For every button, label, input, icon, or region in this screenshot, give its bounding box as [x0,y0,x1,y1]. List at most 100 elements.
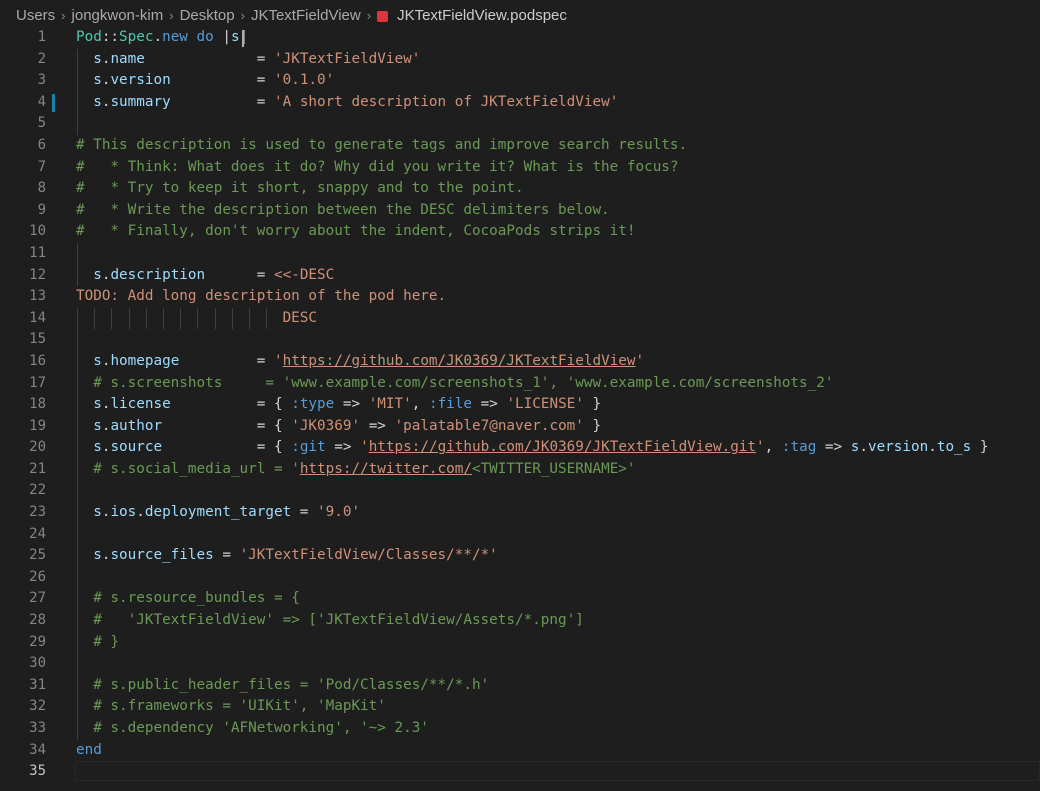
line-number: 28 [29,612,46,629]
code-line[interactable]: 33 # s.dependency 'AFNetworking', '~> 2.… [0,718,1040,740]
code-token: s [93,504,102,521]
code-token: 'MIT' [368,396,412,413]
line-number: 2 [37,50,46,67]
line-number: 7 [37,158,46,175]
code-token: => [334,396,369,413]
code-line[interactable]: 28 # 'JKTextFieldView' => ['JKTextFieldV… [0,610,1040,632]
code-line[interactable]: 26 [0,566,1040,589]
code-line[interactable]: 9 # * Write the description between the D… [0,200,1040,222]
code-token: . [859,439,868,456]
line-number: 3 [37,72,46,89]
code-token: version [867,439,929,456]
code-text: # s.frameworks = 'UIKit', 'MapKit' [76,696,386,718]
code-token: homepage [110,352,180,369]
code-line[interactable]: 20 s. source = { :git => 'https://github.… [0,437,1040,459]
code-editor[interactable]: 1Pod::Spec.new do |s|2 s.name = 'JKTextF… [0,27,1040,791]
code-token: s [93,396,102,413]
code-token: DESC [76,309,318,326]
line-number: 26 [29,568,46,585]
code-token: Pod [76,29,102,45]
code-line[interactable]: 4 s.summary = 'A short description of JK… [0,91,1040,114]
line-number: 14 [29,309,46,326]
code-line[interactable]: 23 s.ios.deployment_target = '9.0' [0,502,1040,524]
code-line[interactable]: 5 [0,113,1040,135]
code-line[interactable]: 15 [0,329,1040,351]
code-text: end [76,740,102,762]
code-token: 'palatable7@naver.com' [394,417,584,434]
breadcrumb-item-project-folder[interactable]: JKTextFieldView [251,7,361,24]
code-line[interactable]: 17 # s.screenshots = 'www.example.com/sc… [0,372,1040,395]
code-token: = [170,72,274,89]
code-token: s [93,417,102,434]
line-number: 10 [29,223,46,240]
code-line[interactable]: 8 # * Try to keep it short, snappy and to… [0,178,1040,200]
code-line[interactable]: 32 # s.frameworks = 'UIKit', 'MapKit' [0,696,1040,718]
code-token: # * Try to keep it short, snappy and to … [76,180,524,197]
text-cursor [242,30,244,47]
line-number: 30 [29,655,46,672]
code-token: . [136,504,145,521]
code-token: = { [162,439,292,456]
code-line[interactable]: 18 s.license = { :type => 'MIT', :file =… [0,394,1040,416]
code-token: = [179,352,274,369]
code-token: => [472,396,507,413]
indent-guide [77,653,78,675]
code-line[interactable]: 27 # s.resource_bundles = { [0,588,1040,611]
chevron-right-icon: › [61,7,66,23]
code-line[interactable]: 13 TODO: Add long description of the pod … [0,286,1040,308]
code-line[interactable]: 3 s.version = '0.1.0' [0,70,1040,92]
code-token: ' [756,439,765,456]
code-line[interactable]: 16 s.homepage = 'https://github.com/JK03… [0,350,1040,373]
ruby-file-icon [377,10,389,22]
code-line[interactable]: 29 # } [0,631,1040,654]
code-token: s [93,72,102,89]
breadcrumb-item-user-folder[interactable]: jongkwon-kim [72,7,164,24]
code-token: # * Finally, don't worry about the inden… [76,223,636,240]
code-text: # } [76,632,119,654]
code-line[interactable]: 10 # * Finally, don't worry about the ind… [0,221,1040,243]
line-number: 6 [37,136,46,153]
code-line[interactable]: 30 [0,653,1040,675]
code-token: 'JK0369' [291,417,361,434]
code-line[interactable]: 11 [0,242,1040,265]
code-token: = { [170,396,292,413]
code-token: :git [291,439,326,456]
code-line[interactable]: 12 s.description = <<-DESC [0,264,1040,287]
code-line[interactable]: 22 [0,480,1040,503]
code-line[interactable]: 1 Pod::Spec.new do |s| [0,27,1040,49]
code-line[interactable]: 35 [0,761,1040,783]
line-number: 32 [29,698,46,715]
code-text: # s.social_media_url = 'https://twitter.… [76,459,635,481]
code-token: = [144,50,274,67]
code-token: # } [93,633,120,650]
breadcrumb-item-users[interactable]: Users [16,7,55,24]
code-text: # s.screenshots = 'www.example.com/scree… [76,373,833,395]
indent-guide [77,113,78,135]
code-line[interactable]: 7 # * Think: What does it do? Why did you… [0,157,1040,179]
code-line[interactable]: 19 s.author = { 'JK0369' => 'palatable7@… [0,415,1040,438]
code-text: # * Think: What does it do? Why did you … [76,157,679,179]
code-text: s.summary = 'A short description of JKTe… [76,92,618,114]
code-line[interactable]: 21 # s.social_media_url = 'https://twitt… [0,458,1040,481]
code-line[interactable]: 2 s.name = 'JKTextFieldView' [0,48,1040,71]
line-number: 22 [29,482,46,499]
line-number: 27 [29,590,46,607]
code-line[interactable]: 34 end [0,740,1040,762]
code-line[interactable]: 6 # This description is used to generate … [0,135,1040,157]
code-line[interactable]: 24 [0,523,1040,546]
code-line[interactable]: 14 DESC [0,307,1040,330]
breadcrumb-item-desktop[interactable]: Desktop [180,7,235,24]
code-token: do [196,29,214,45]
line-number: 24 [29,525,46,542]
code-token: version [110,72,171,89]
code-token: 'A short description of JKTextFieldView' [274,93,619,110]
code-token: = [213,547,240,564]
code-line[interactable]: 25 s.source_files = 'JKTextFieldView/Cla… [0,545,1040,567]
code-text: s.ios.deployment_target = '9.0' [76,502,360,524]
code-token: . [928,439,937,456]
code-text: # s.dependency 'AFNetworking', '~> 2.3' [76,718,429,740]
code-line[interactable]: 31 # s.public_header_files = 'Pod/Classe… [0,674,1040,697]
code-text: Pod::Spec.new do |s| [76,27,248,49]
breadcrumb-item-file[interactable]: JKTextFieldView.podspec [397,7,567,24]
